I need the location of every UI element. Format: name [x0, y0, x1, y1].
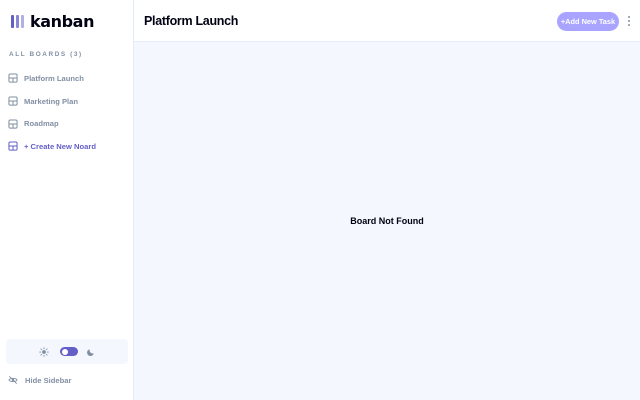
board-not-found-message: Board Not Found [350, 216, 424, 226]
toggle-knob [61, 348, 68, 355]
all-boards-heading: ALL BOARDS (3) [9, 51, 83, 58]
board-area: Board Not Found [134, 42, 640, 400]
sidebar-item-label: Roadmap [24, 119, 59, 129]
sidebar-item-label: Marketing Plan [24, 96, 79, 106]
eye-slash-icon [8, 376, 18, 384]
board-icon [8, 141, 18, 151]
sidebar-item-platform-launch[interactable]: Platform Launch [0, 67, 133, 90]
board-icon [8, 73, 18, 83]
board-icon [8, 119, 18, 129]
logo-text: kanban [30, 11, 95, 31]
hide-sidebar-label: Hide Sidebar [25, 375, 72, 385]
sidebar-item-marketing-plan[interactable]: Marketing Plan [0, 90, 133, 113]
sidebar: kanban ALL BOARDS (3) Platform Launch Ma… [0, 0, 134, 400]
top-header: Platform Launch +Add New Task [134, 0, 640, 42]
theme-toggle-switch[interactable] [59, 347, 78, 356]
sidebar-item-roadmap[interactable]: Roadmap [0, 112, 133, 135]
logo-icon [11, 14, 24, 28]
app-logo: kanban [11, 11, 94, 31]
add-new-task-button[interactable]: +Add New Task [557, 12, 619, 31]
create-new-board-label: + Create New Noard [24, 141, 96, 151]
sidebar-item-label: Platform Launch [24, 73, 84, 83]
page-title: Platform Launch [144, 14, 239, 28]
create-new-board-button[interactable]: + Create New Noard [0, 135, 133, 158]
board-icon [8, 96, 18, 106]
hide-sidebar-button[interactable]: Hide Sidebar [8, 374, 71, 386]
moon-icon [86, 348, 94, 356]
vertical-ellipsis-icon[interactable] [625, 14, 633, 28]
theme-toggle-panel [6, 339, 128, 364]
sun-icon [38, 346, 49, 357]
board-list: Platform Launch Marketing Plan Roadmap +… [0, 67, 133, 158]
